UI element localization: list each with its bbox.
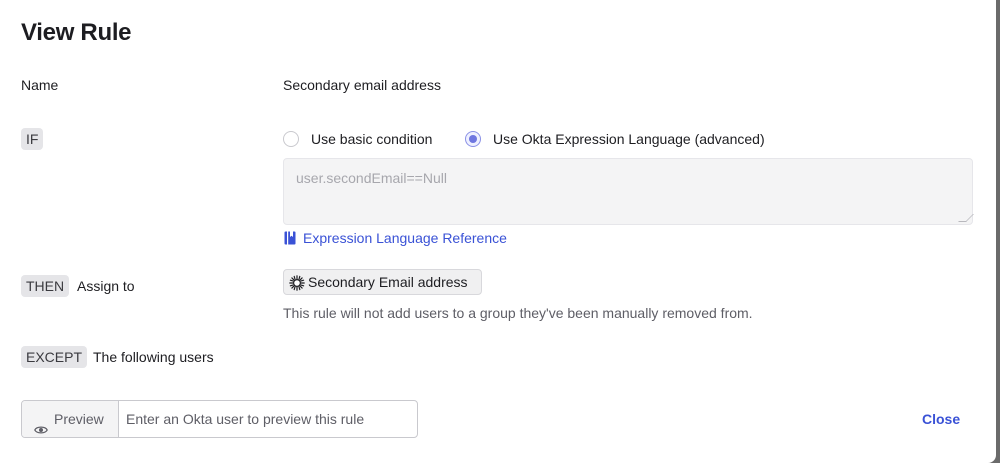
radio-expression-language-label[interactable]: Use Okta Expression Language (advanced) — [493, 131, 765, 147]
preview-user-input[interactable] — [120, 401, 417, 437]
assign-to-label: Assign to — [77, 278, 135, 294]
following-users-label: The following users — [93, 349, 214, 365]
expression-textarea[interactable]: user.secondEmail==Null — [283, 158, 974, 225]
radio-expression-language[interactable] — [465, 131, 481, 147]
resize-handle[interactable] — [958, 214, 974, 222]
preview-group: Preview — [21, 400, 418, 438]
radio-basic-condition[interactable] — [283, 131, 299, 147]
group-chip[interactable]: Secondary Email address — [283, 269, 482, 295]
preview-button-label: Preview — [54, 411, 104, 427]
expression-language-reference-link[interactable]: Expression Language Reference — [303, 230, 507, 246]
rule-name-value: Secondary email address — [283, 77, 441, 93]
expression-placeholder: user.secondEmail==Null — [296, 170, 447, 186]
if-tag: IF — [21, 128, 44, 150]
group-chip-label: Secondary Email address — [308, 274, 468, 290]
book-icon — [284, 231, 296, 245]
name-label: Name — [21, 77, 59, 93]
dialog-title: View Rule — [21, 19, 132, 46]
except-tag: EXCEPT — [21, 346, 88, 368]
then-tag: THEN — [21, 275, 70, 297]
rule-note: This rule will not add users to a group … — [283, 305, 753, 321]
view-rule-dialog: View Rule Name Secondary email address I… — [0, 0, 996, 463]
preview-button[interactable]: Preview — [22, 401, 119, 437]
close-button[interactable]: Close — [914, 408, 968, 430]
group-icon — [289, 274, 305, 291]
eye-icon — [34, 413, 48, 434]
radio-basic-condition-label[interactable]: Use basic condition — [311, 131, 432, 147]
